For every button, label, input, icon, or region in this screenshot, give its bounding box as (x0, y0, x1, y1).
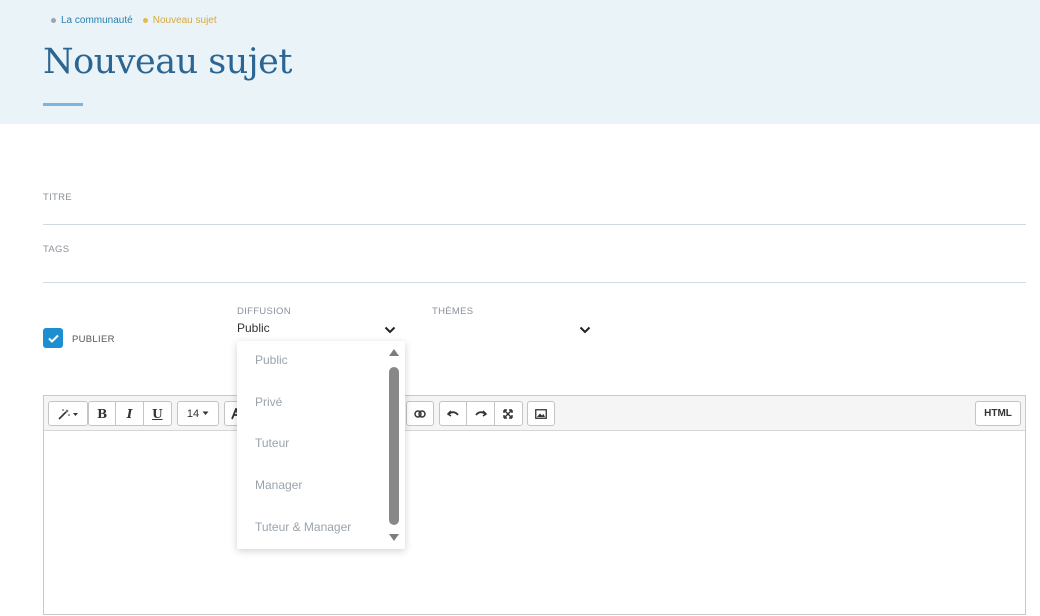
fullscreen-button[interactable] (495, 402, 522, 425)
publish-checkbox[interactable] (43, 328, 63, 348)
scroll-down-arrow-icon[interactable] (389, 534, 399, 541)
breadcrumb-item-current: Nouveau sujet (142, 15, 217, 26)
diffusion-label: DIFFUSION (237, 306, 291, 317)
title-field[interactable] (43, 204, 1026, 224)
dropdown-option-tutor-manager[interactable]: Tuteur & Manager (255, 520, 351, 534)
page-title: Nouveau sujet (43, 42, 292, 82)
underline-button[interactable]: U (144, 402, 171, 425)
bullet-icon (142, 18, 148, 23)
font-size-dropdown[interactable]: 14 (178, 402, 218, 425)
italic-button[interactable]: I (116, 402, 144, 425)
link-icon (414, 409, 426, 418)
editor-toolbar: B I U 14 HTML (44, 396, 1025, 431)
text-style-group: B I U (88, 401, 172, 426)
page-header: La communauté Nouveau sujet Nouveau suje… (0, 0, 1040, 124)
font-size-value: 14 (186, 407, 200, 420)
chevron-down-icon (579, 326, 591, 334)
scroll-up-arrow-icon[interactable] (389, 349, 399, 356)
themes-label: THÈMES (432, 306, 474, 317)
bullet-icon (51, 18, 56, 23)
html-group: HTML (975, 401, 1021, 426)
magic-wand-icon (58, 408, 78, 420)
image-group (527, 401, 555, 426)
html-toggle-button[interactable]: HTML (976, 402, 1020, 425)
redo-button[interactable] (467, 402, 495, 425)
font-size-group: 14 (177, 401, 219, 426)
chevron-down-icon (384, 326, 396, 334)
themes-select[interactable] (432, 320, 592, 338)
history-group (439, 401, 523, 426)
editor-content-area[interactable] (44, 431, 1025, 616)
diffusion-selected-value: Public (237, 321, 270, 335)
dropdown-scrollbar[interactable] (388, 349, 400, 541)
redo-icon (474, 409, 487, 417)
breadcrumb-label[interactable]: La communauté (61, 15, 133, 26)
scrollbar-thumb[interactable] (389, 367, 399, 525)
dropdown-option-manager[interactable]: Manager (255, 478, 302, 492)
insert-image-button[interactable] (528, 402, 554, 425)
dropdown-option-private[interactable]: Privé (255, 395, 282, 409)
tags-field-label: TAGS (43, 244, 70, 255)
breadcrumb-label: Nouveau sujet (152, 15, 217, 26)
breadcrumb-item-community[interactable]: La communauté (51, 15, 133, 26)
title-field-label: TITRE (43, 192, 72, 203)
undo-icon (447, 409, 459, 417)
link-button[interactable] (407, 402, 433, 425)
publish-label: PUBLIER (72, 334, 115, 345)
caret-down-icon (202, 411, 209, 415)
bold-button[interactable]: B (89, 402, 117, 425)
image-icon (535, 408, 547, 419)
title-underline (43, 103, 83, 106)
title-field-underline (43, 224, 1026, 225)
rich-text-editor: B I U 14 HTML (43, 395, 1026, 615)
dropdown-option-public[interactable]: Public (255, 353, 288, 367)
diffusion-select[interactable]: Public (237, 320, 397, 338)
dropdown-option-tutor[interactable]: Tuteur (255, 436, 289, 450)
undo-button[interactable] (440, 402, 468, 425)
check-icon (47, 334, 59, 343)
magic-style-group (48, 401, 88, 426)
breadcrumb: La communauté Nouveau sujet (51, 15, 217, 26)
style-dropdown-button[interactable] (49, 402, 87, 425)
tags-field-underline (43, 282, 1026, 283)
link-group (406, 401, 434, 426)
tags-field[interactable] (43, 258, 1026, 282)
fullscreen-icon (503, 408, 514, 419)
diffusion-dropdown-list: Public Privé Tuteur Manager Tuteur & Man… (237, 341, 405, 549)
